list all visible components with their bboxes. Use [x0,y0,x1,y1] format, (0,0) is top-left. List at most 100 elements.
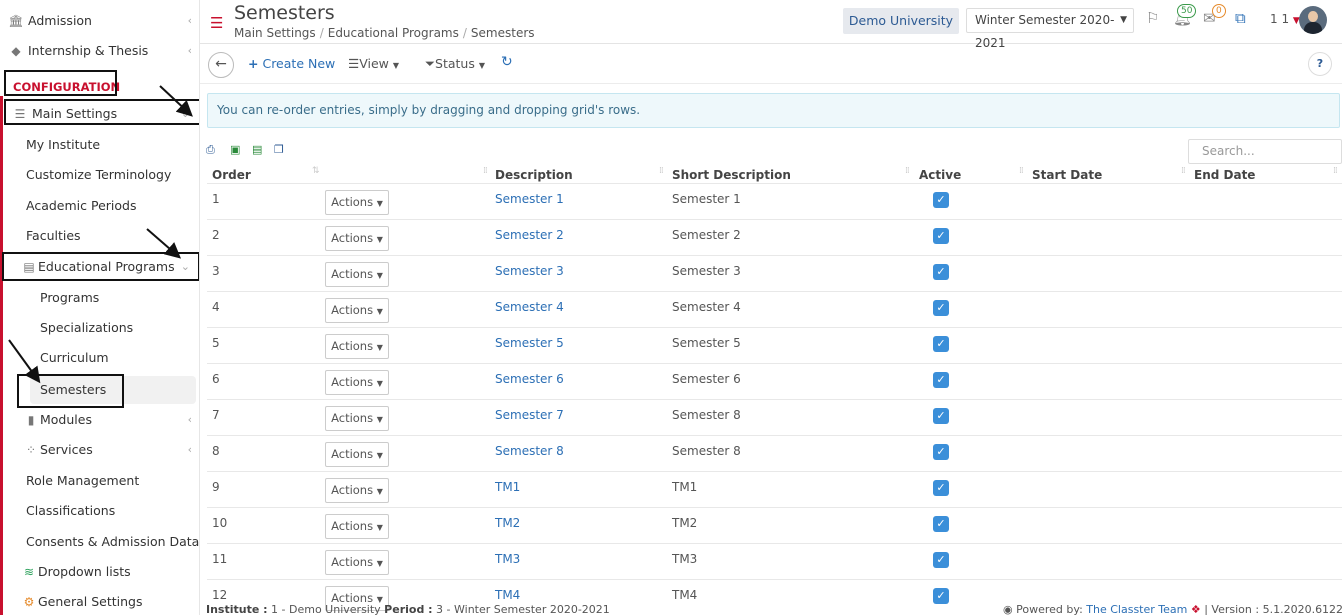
sidebar-item-programs[interactable]: Programs [0,284,199,312]
sidebar-item-services[interactable]: ⁘ Services ‹ [0,436,199,464]
sidebar-item-my-institute[interactable]: My Institute [0,131,199,159]
flag-icon[interactable]: ⚐ [1146,9,1159,27]
column-grip-icon[interactable]: ⁞⁞ [1181,166,1186,176]
status-dropdown[interactable]: ⏷Status ▼ [425,56,485,72]
sidebar-item-dropdown-lists[interactable]: ≋ Dropdown lists [0,558,199,586]
table-row[interactable]: 10 Actions ▼ TM2 TM2 ✓ [207,507,1342,543]
sidebar-item-curriculum[interactable]: Curriculum [0,344,199,372]
sidebar-item-classifications[interactable]: Classifications [0,497,199,525]
table-row[interactable]: 8 Actions ▼ Semester 8 Semester 8 ✓ [207,435,1342,471]
cell-description-link[interactable]: Semester 3 [495,264,564,278]
actions-button[interactable]: Actions ▼ [325,442,389,467]
actions-button[interactable]: Actions ▼ [325,406,389,431]
cell-description-link[interactable]: Semester 2 [495,228,564,242]
sidebar-item-consents[interactable]: Consents & Admission Data [0,528,199,556]
sidebar-item-educational-programs[interactable]: ▤ Educational Programs ⌄ [0,253,199,281]
column-header-active[interactable]: Active [919,168,961,182]
sidebar-item-academic-periods[interactable]: Academic Periods [0,192,199,220]
table-row[interactable]: 2 Actions ▼ Semester 2 Semester 2 ✓ [207,219,1342,255]
cell-description-link[interactable]: TM2 [495,516,520,530]
semester-select[interactable]: Winter Semester 2020-2021 ▼ [966,8,1134,50]
cell-description-link[interactable]: Semester 6 [495,372,564,386]
actions-button[interactable]: Actions ▼ [325,226,389,251]
active-checkbox[interactable]: ✓ [933,228,949,244]
column-header-order[interactable]: Order [212,168,251,182]
back-button[interactable]: ← [208,52,234,78]
sidebar-item-internship[interactable]: ◆ Internship & Thesis ‹ [0,37,199,65]
column-grip-icon[interactable]: ⁞⁞ [1019,166,1024,176]
sidebar-item-specializations[interactable]: Specializations [0,314,199,342]
column-grip-icon[interactable]: ⁞⁞ [659,166,664,176]
print-icon[interactable]: ⎙ [206,143,215,157]
sidebar-item-main-settings[interactable]: ☰ Main Settings ⌄ [0,100,199,128]
active-checkbox[interactable]: ✓ [933,444,949,460]
hamburger-menu-icon[interactable]: ☰ [210,14,223,32]
table-row[interactable]: 6 Actions ▼ Semester 6 Semester 6 ✓ [207,363,1342,399]
cell-description-link[interactable]: Semester 1 [495,192,564,206]
cell-description-link[interactable]: TM1 [495,480,520,494]
table-row[interactable]: 11 Actions ▼ TM3 TM3 ✓ [207,543,1342,579]
cell-description-link[interactable]: TM3 [495,552,520,566]
active-checkbox[interactable]: ✓ [933,552,949,568]
active-checkbox[interactable]: ✓ [933,372,949,388]
cell-description-link[interactable]: Semester 5 [495,336,564,350]
active-checkbox[interactable]: ✓ [933,264,949,280]
actions-button[interactable]: Actions ▼ [325,334,389,359]
avatar[interactable] [1299,6,1327,34]
cell-description-link[interactable]: Semester 7 [495,408,564,422]
sidebar-item-terminology[interactable]: Customize Terminology [0,161,199,189]
table-row[interactable]: 7 Actions ▼ Semester 7 Semester 8 ✓ [207,399,1342,435]
actions-button[interactable]: Actions ▼ [325,262,389,287]
user-name[interactable]: 1 1 ▼ [1270,12,1300,26]
actions-button[interactable]: Actions ▼ [325,514,389,539]
active-checkbox[interactable]: ✓ [933,480,949,496]
active-checkbox[interactable]: ✓ [933,516,949,532]
active-checkbox[interactable]: ✓ [933,336,949,352]
sidebar-item-admission[interactable]: 🏛 Admission ‹ [0,7,199,35]
table-row[interactable]: 4 Actions ▼ Semester 4 Semester 4 ✓ [207,291,1342,327]
column-grip-icon[interactable]: ⁞⁞ [1333,166,1338,176]
sidebar-item-role-management[interactable]: Role Management [0,467,199,495]
cell-description-link[interactable]: Semester 8 [495,444,564,458]
help-button[interactable]: ? [1308,52,1332,76]
layers-plus-icon[interactable]: ⧉ [1235,9,1246,27]
view-dropdown[interactable]: ☰View ▼ [348,56,399,71]
table-row[interactable]: 1 Actions ▼ Semester 1 Semester 1 ✓ [207,183,1342,219]
actions-button[interactable]: Actions ▼ [325,550,389,575]
actions-button[interactable]: Actions ▼ [325,370,389,395]
excel-icon[interactable]: ▣ [230,143,240,156]
footer-team-link[interactable]: The Classter Team [1086,603,1187,615]
column-header-description[interactable]: Description [495,168,573,182]
active-checkbox[interactable]: ✓ [933,408,949,424]
table-row[interactable]: 3 Actions ▼ Semester 3 Semester 3 ✓ [207,255,1342,291]
breadcrumb-main-settings[interactable]: Main Settings [234,26,316,40]
table-row[interactable]: 5 Actions ▼ Semester 5 Semester 5 ✓ [207,327,1342,363]
active-checkbox[interactable]: ✓ [933,300,949,316]
sidebar-item-general-settings[interactable]: ⚙ General Settings [0,588,199,615]
actions-button[interactable]: Actions ▼ [325,298,389,323]
column-grip-icon[interactable]: ⁞⁞ [483,166,488,176]
cell-description-link[interactable]: Semester 4 [495,300,564,314]
sidebar-item-semesters[interactable]: Semesters [30,376,196,404]
active-checkbox[interactable]: ✓ [933,192,949,208]
actions-button[interactable]: Actions ▼ [325,478,389,503]
column-grip-icon[interactable]: ⁞⁞ [905,166,910,176]
table-row[interactable]: 9 Actions ▼ TM1 TM1 ✓ [207,471,1342,507]
refresh-icon[interactable]: ↻ [501,54,513,70]
active-checkbox[interactable]: ✓ [933,588,949,604]
column-header-short-description[interactable]: Short Description [672,168,791,182]
breadcrumb-educational-programs[interactable]: Educational Programs [328,26,459,40]
csv-icon[interactable]: ▤ [252,143,262,156]
sidebar-item-modules[interactable]: ▮ Modules ‹ [0,406,199,434]
column-header-end-date[interactable]: End Date [1194,168,1255,182]
university-button[interactable]: Demo University [843,8,959,34]
cell-description-link[interactable]: TM4 [495,588,520,602]
search-input[interactable]: Search... [1188,139,1342,164]
create-new-button[interactable]: + Create New [248,56,335,71]
copy-icon[interactable]: ❐ [274,143,284,156]
sort-icon[interactable]: ⇅ [312,166,319,176]
actions-button[interactable]: Actions ▼ [325,190,389,215]
sidebar-item-faculties[interactable]: Faculties [0,222,199,250]
column-header-start-date[interactable]: Start Date [1032,168,1102,182]
cell-order: 3 [212,264,220,278]
